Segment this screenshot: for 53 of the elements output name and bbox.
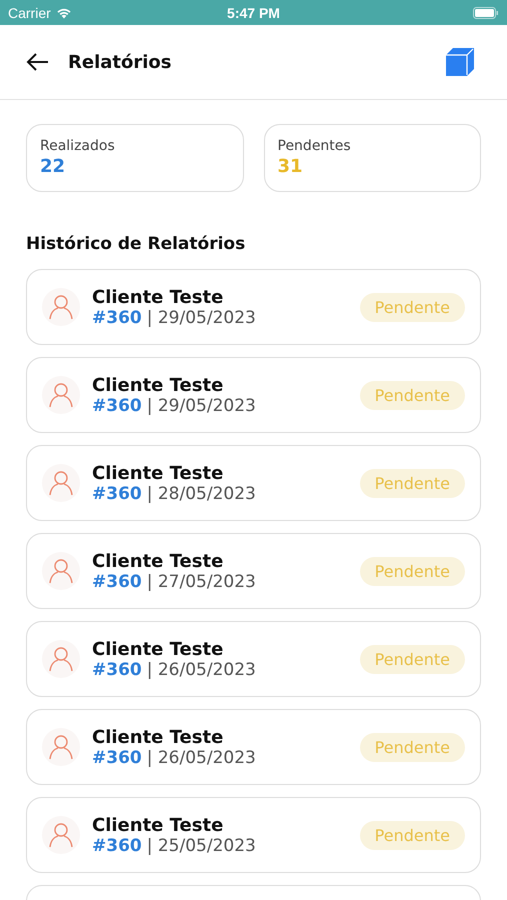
report-number: #360 bbox=[92, 572, 142, 592]
user-icon bbox=[42, 728, 80, 766]
status-badge: Pendente bbox=[360, 820, 465, 850]
client-name: Cliente Teste bbox=[92, 286, 224, 308]
report-card[interactable]: Cliente Teste #360 | 28/05/2023 Pendente bbox=[26, 445, 481, 521]
carrier-label: Carrier bbox=[8, 4, 51, 20]
page-title: Relatórios bbox=[68, 52, 172, 72]
client-name: Cliente Teste bbox=[92, 814, 224, 836]
report-number: #360 bbox=[92, 308, 142, 328]
user-icon bbox=[42, 464, 80, 502]
client-name: Cliente Teste bbox=[92, 374, 224, 396]
user-icon bbox=[42, 640, 80, 678]
report-date: | 27/05/2023 bbox=[146, 572, 256, 592]
client-name: Cliente Teste bbox=[92, 726, 224, 748]
wifi-icon bbox=[56, 6, 72, 18]
status-badge: Pendente bbox=[360, 380, 465, 410]
report-card[interactable]: Cliente Teste #360 | 29/05/2023 Pendente bbox=[26, 357, 481, 433]
user-icon bbox=[42, 376, 80, 414]
clock: 5:47 PM bbox=[227, 4, 280, 20]
report-date: | 25/05/2023 bbox=[146, 836, 256, 856]
client-name: Cliente Teste bbox=[92, 638, 224, 660]
stat-value: 31 bbox=[278, 156, 304, 177]
report-card[interactable]: Cliente Teste #360 | 25/05/2023 Pendente bbox=[26, 797, 481, 873]
report-card[interactable]: Cliente Teste #360 | 26/05/2023 Pendente bbox=[26, 709, 481, 785]
battery-icon bbox=[473, 6, 500, 18]
status-badge: Pendente bbox=[360, 644, 465, 674]
user-icon bbox=[42, 552, 80, 590]
stat-label: Realizados bbox=[40, 138, 116, 154]
report-date: | 29/05/2023 bbox=[146, 396, 256, 416]
user-icon bbox=[42, 816, 80, 854]
report-number: #360 bbox=[92, 660, 142, 680]
report-number: #360 bbox=[92, 748, 142, 768]
report-date: | 29/05/2023 bbox=[146, 308, 256, 328]
report-date: | 26/05/2023 bbox=[146, 660, 256, 680]
report-date: | 26/05/2023 bbox=[146, 748, 256, 768]
report-card[interactable]: Cliente Teste #360 | 26/05/2023 Pendente bbox=[26, 621, 481, 697]
report-number: #360 bbox=[92, 836, 142, 856]
status-badge: Pendente bbox=[360, 468, 465, 498]
section-title: Histórico de Relatórios bbox=[26, 234, 246, 254]
user-icon bbox=[42, 288, 80, 326]
client-name: Cliente Teste bbox=[92, 550, 224, 572]
report-number: #360 bbox=[92, 396, 142, 416]
stat-value: 22 bbox=[40, 156, 66, 177]
report-card[interactable]: Cliente Teste #360 | 27/05/2023 Pendente bbox=[26, 533, 481, 609]
status-badge: Pendente bbox=[360, 292, 465, 322]
report-number: #360 bbox=[92, 484, 142, 504]
status-badge: Pendente bbox=[360, 556, 465, 586]
client-name: Cliente Teste bbox=[92, 462, 224, 484]
cube-icon[interactable] bbox=[445, 47, 475, 77]
status-badge: Pendente bbox=[360, 732, 465, 762]
stat-label: Pendentes bbox=[278, 138, 352, 154]
report-date: | 28/05/2023 bbox=[146, 484, 256, 504]
report-card[interactable]: Cliente Teste #360 | 29/05/2023 Pendente bbox=[26, 269, 481, 345]
